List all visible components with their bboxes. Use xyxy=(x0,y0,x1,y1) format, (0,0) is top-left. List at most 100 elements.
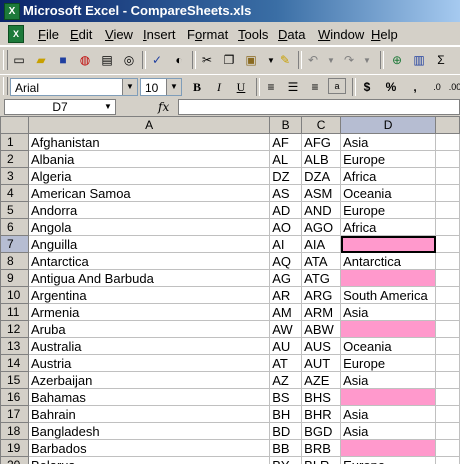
undo-icon[interactable]: ↶ xyxy=(304,51,322,69)
insert-function-icon[interactable]: fx xyxy=(158,100,169,114)
menu-data[interactable]: Data xyxy=(278,27,305,42)
cell-e20[interactable] xyxy=(435,456,460,464)
cell-d17[interactable]: Asia xyxy=(340,405,437,423)
cell-a20[interactable]: Belarus xyxy=(27,456,271,464)
cell-c7[interactable]: AIA xyxy=(301,235,342,253)
column-header-b[interactable]: B xyxy=(269,116,303,134)
cell-e18[interactable] xyxy=(435,422,460,440)
cell-a7[interactable]: Anguilla xyxy=(27,235,271,253)
chevron-down-icon[interactable]: ▼ xyxy=(122,79,137,95)
cell-c16[interactable]: BHS xyxy=(301,388,342,406)
chart-icon[interactable]: ▥ xyxy=(410,51,428,69)
cell-c12[interactable]: ABW xyxy=(301,320,342,338)
cell-a17[interactable]: Bahrain xyxy=(27,405,271,423)
hyperlink-icon[interactable]: ⊕ xyxy=(388,51,406,69)
cell-b6[interactable]: AO xyxy=(269,218,303,236)
align-right-icon[interactable]: ≡ xyxy=(306,78,324,96)
cell-c18[interactable]: BGD xyxy=(301,422,342,440)
cell-e5[interactable] xyxy=(435,201,460,219)
cell-e19[interactable] xyxy=(435,439,460,457)
paste-icon[interactable]: ▣ xyxy=(242,51,260,69)
row-header[interactable]: 11 xyxy=(0,303,29,321)
cell-b17[interactable]: BH xyxy=(269,405,303,423)
cell-b14[interactable]: AT xyxy=(269,354,303,372)
row-header[interactable]: 7 xyxy=(0,235,29,253)
cell-b19[interactable]: BB xyxy=(269,439,303,457)
cell-c1[interactable]: AFG xyxy=(301,133,342,151)
cell-e11[interactable] xyxy=(435,303,460,321)
toolbar-grip[interactable] xyxy=(3,77,8,95)
underline-icon[interactable]: U xyxy=(232,78,250,96)
italic-icon[interactable]: I xyxy=(210,78,228,96)
cell-a4[interactable]: American Samoa xyxy=(27,184,271,202)
cell-c17[interactable]: BHR xyxy=(301,405,342,423)
permission-icon[interactable]: ◍ xyxy=(76,51,94,69)
cell-a1[interactable]: Afghanistan xyxy=(27,133,271,151)
format-painter-icon[interactable]: ✎ xyxy=(276,51,294,69)
font-size-select[interactable]: 10 ▼ xyxy=(140,78,182,96)
row-header[interactable]: 18 xyxy=(0,422,29,440)
cell-d2[interactable]: Europe xyxy=(340,150,437,168)
menu-view[interactable]: View xyxy=(105,27,133,42)
row-header[interactable]: 6 xyxy=(0,218,29,236)
cell-d3[interactable]: Africa xyxy=(340,167,437,185)
menu-insert[interactable]: Insert xyxy=(143,27,176,42)
cell-c6[interactable]: AGO xyxy=(301,218,342,236)
row-header[interactable]: 3 xyxy=(0,167,29,185)
cell-e1[interactable] xyxy=(435,133,460,151)
toolbar-grip[interactable] xyxy=(3,50,8,70)
cell-c8[interactable]: ATA xyxy=(301,252,342,270)
menu-window[interactable]: Window xyxy=(318,27,364,42)
workbook-icon[interactable]: X xyxy=(8,25,24,43)
cell-a13[interactable]: Australia xyxy=(27,337,271,355)
cell-e14[interactable] xyxy=(435,354,460,372)
cell-a3[interactable]: Algeria xyxy=(27,167,271,185)
menu-tools[interactable]: Tools xyxy=(238,27,268,42)
cell-a18[interactable]: Bangladesh xyxy=(27,422,271,440)
cell-a12[interactable]: Aruba xyxy=(27,320,271,338)
cell-c9[interactable]: ATG xyxy=(301,269,342,287)
cell-b13[interactable]: AU xyxy=(269,337,303,355)
cell-b5[interactable]: AD xyxy=(269,201,303,219)
row-header[interactable]: 20 xyxy=(0,456,29,464)
cell-b7[interactable]: AI xyxy=(269,235,303,253)
chevron-down-icon[interactable]: ▼ xyxy=(166,79,181,95)
bold-icon[interactable]: B xyxy=(188,78,206,96)
row-header[interactable]: 13 xyxy=(0,337,29,355)
font-name-select[interactable]: Arial ▼ xyxy=(10,78,138,96)
copy-icon[interactable]: ❐ xyxy=(220,51,238,69)
cell-c10[interactable]: ARG xyxy=(301,286,342,304)
cell-d14[interactable]: Europe xyxy=(340,354,437,372)
percent-icon[interactable]: % xyxy=(382,78,400,96)
cell-e15[interactable] xyxy=(435,371,460,389)
cell-e2[interactable] xyxy=(435,150,460,168)
cell-b18[interactable]: BD xyxy=(269,422,303,440)
cell-a8[interactable]: Antarctica xyxy=(27,252,271,270)
cell-c15[interactable]: AZE xyxy=(301,371,342,389)
menu-file[interactable]: File xyxy=(38,27,59,42)
cell-b15[interactable]: AZ xyxy=(269,371,303,389)
row-header[interactable]: 4 xyxy=(0,184,29,202)
cell-d13[interactable]: Oceania xyxy=(340,337,437,355)
cell-c11[interactable]: ARM xyxy=(301,303,342,321)
cell-b16[interactable]: BS xyxy=(269,388,303,406)
cell-c14[interactable]: AUT xyxy=(301,354,342,372)
cell-e17[interactable] xyxy=(435,405,460,423)
cell-b9[interactable]: AG xyxy=(269,269,303,287)
cell-d11[interactable]: Asia xyxy=(340,303,437,321)
cell-e16[interactable] xyxy=(435,388,460,406)
cell-e3[interactable] xyxy=(435,167,460,185)
cell-e13[interactable] xyxy=(435,337,460,355)
cell-e6[interactable] xyxy=(435,218,460,236)
cell-a16[interactable]: Bahamas xyxy=(27,388,271,406)
select-all-corner[interactable] xyxy=(0,116,29,134)
open-icon[interactable]: ▰ xyxy=(32,51,50,69)
cell-a9[interactable]: Antigua And Barbuda xyxy=(27,269,271,287)
align-center-icon[interactable]: ☰ xyxy=(284,78,302,96)
row-header[interactable]: 19 xyxy=(0,439,29,457)
name-box[interactable]: D7 ▼ xyxy=(4,99,116,115)
column-header-c[interactable]: C xyxy=(301,116,342,134)
cell-e9[interactable] xyxy=(435,269,460,287)
research-icon[interactable]: ◐ xyxy=(170,51,188,69)
cell-e12[interactable] xyxy=(435,320,460,338)
